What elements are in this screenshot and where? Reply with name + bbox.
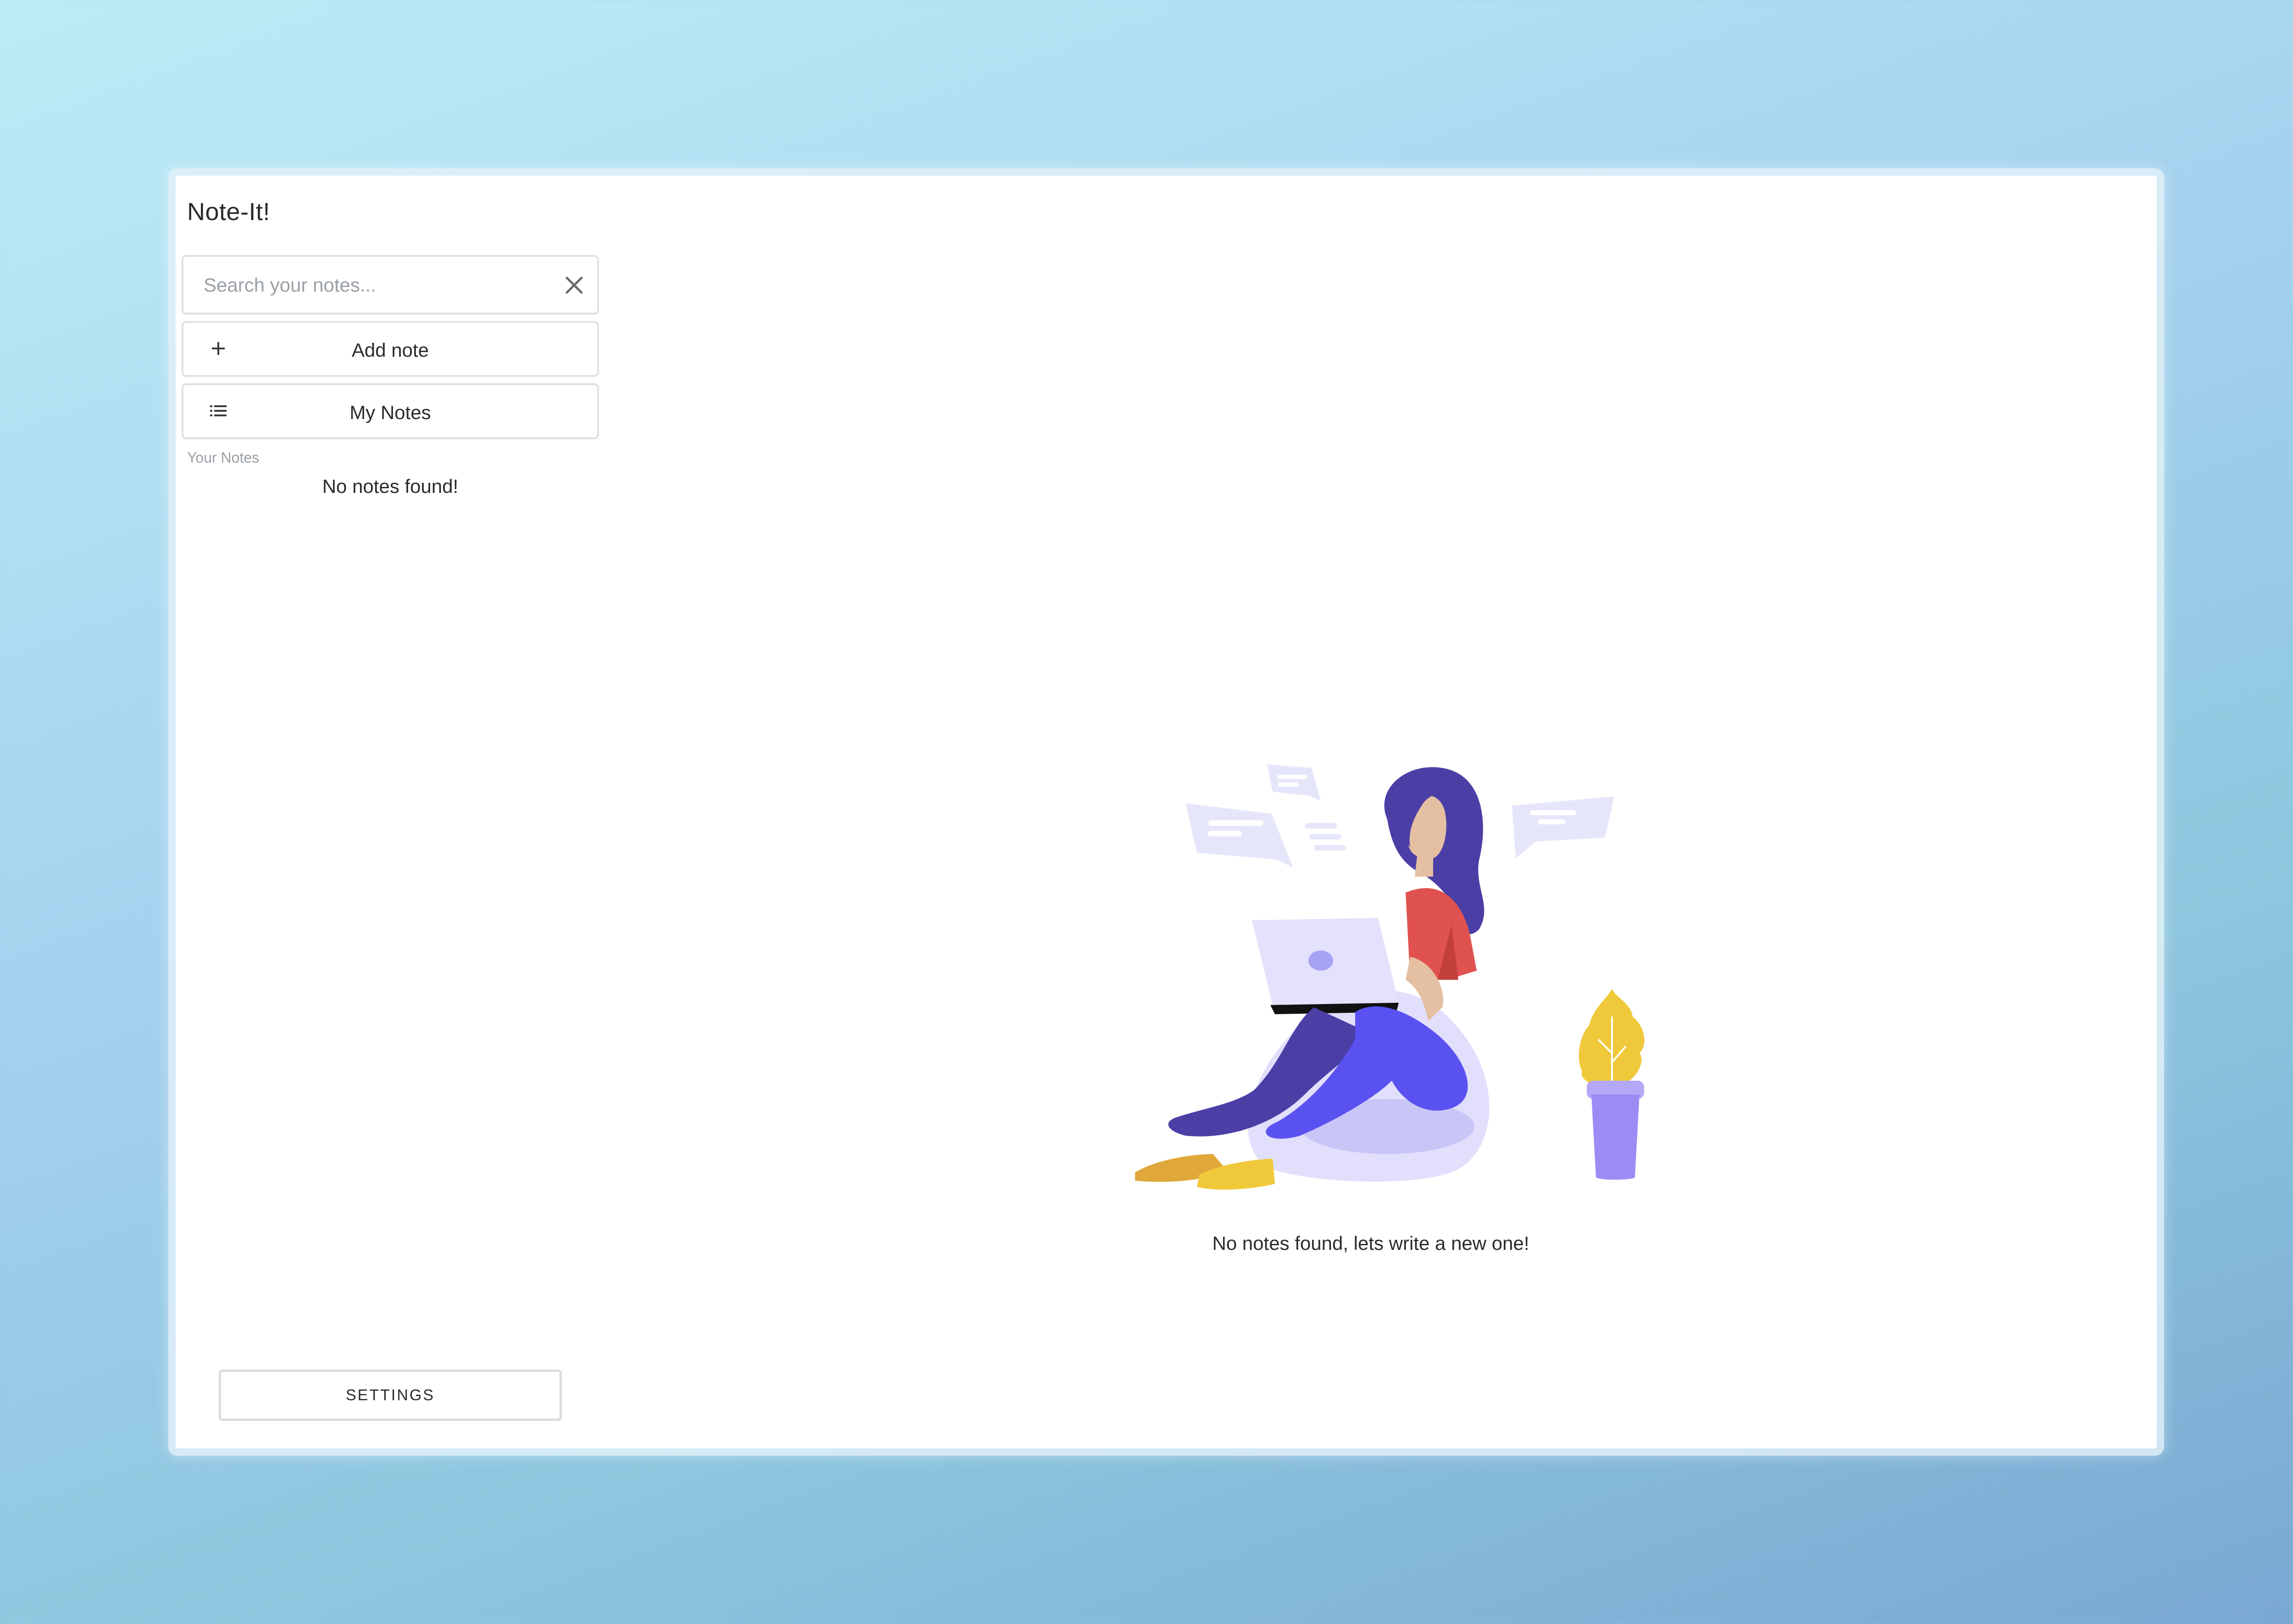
speech-bubble-left-icon [1185,803,1293,868]
add-note-label: Add note [351,339,429,361]
empty-state-illustration [1135,764,1645,1190]
search-box [182,255,599,315]
my-notes-button[interactable]: My Notes [182,383,599,439]
search-input[interactable] [203,266,553,304]
text-lines-icon [1305,823,1346,851]
settings-button[interactable]: SETTINGS [219,1370,562,1421]
add-note-button[interactable]: Add note [182,321,599,377]
my-notes-label: My Notes [349,402,431,423]
speech-bubble-right-icon [1512,796,1614,858]
app-title: Note-It! [187,198,271,226]
plant-icon [1579,989,1645,1180]
speech-bubble-top-icon [1267,764,1321,801]
your-notes-heading: Your Notes [187,449,260,466]
close-icon[interactable] [563,274,585,296]
app-frame: Note-It! Add note [168,168,2164,1456]
sidebar-empty-message: No notes found! [322,475,459,497]
app-window: Note-It! Add note [176,176,2157,1448]
main-empty-message: No notes found, lets write a new one! [1212,1232,1529,1254]
sidebar: Add note My Notes Your Notes No notes f [182,255,599,497]
